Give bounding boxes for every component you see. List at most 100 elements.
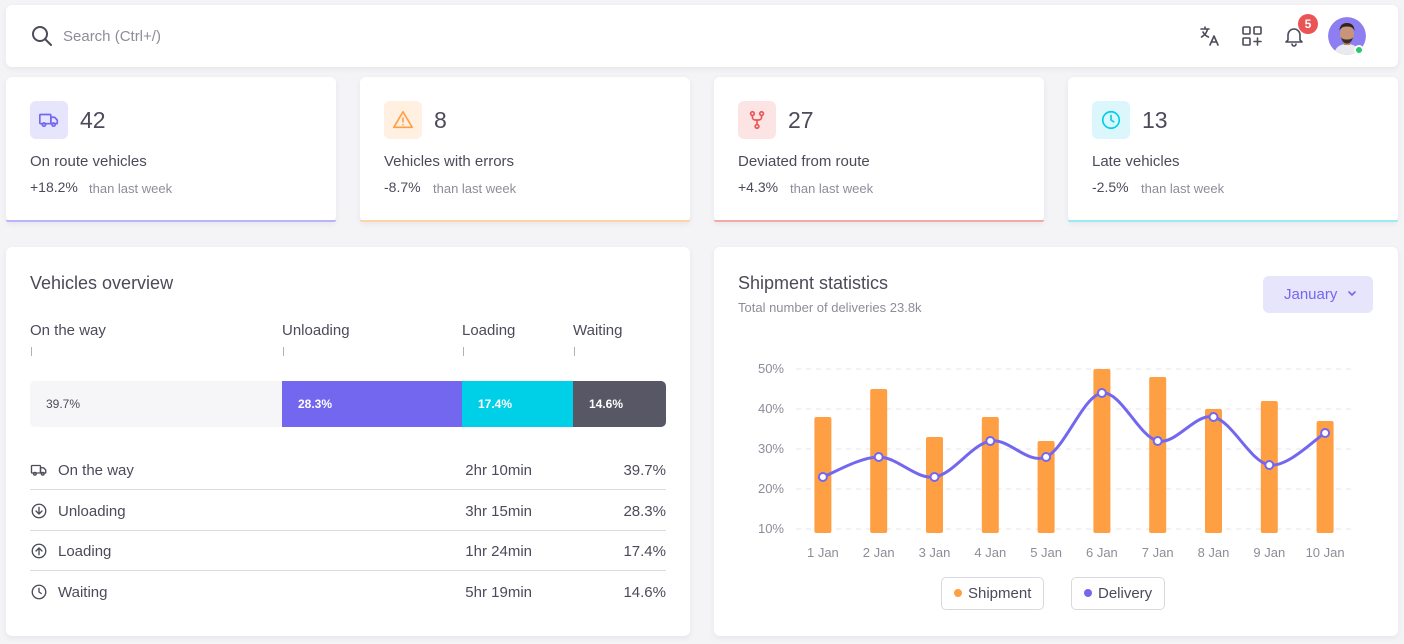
stat-card-errors: 8 Vehicles with errors -8.7% than last w… [360,77,690,222]
shipment-statistics-card: Shipment statistics Total number of deli… [714,247,1398,636]
x-tick-label: 5 Jan [1030,545,1062,560]
stat-card-deviated: 27 Deviated from route +4.3% than last w… [714,77,1044,222]
month-dropdown-label: January [1284,286,1338,303]
x-tick-label: 2 Jan [863,545,895,560]
row-time: 5hr 19min [465,584,532,601]
truck-icon [30,464,47,476]
row-percent: 14.6% [623,584,666,601]
shipment-bar [1205,409,1222,533]
progress-segment-unloading: 28.3% [282,381,462,427]
row-time: 1hr 24min [465,543,532,560]
legend-dot-shipment [954,589,962,597]
git-fork-icon [749,110,765,130]
segment-label-on-the-way: On the way [30,322,106,339]
legend-label-delivery: Delivery [1098,585,1153,602]
stat-change: -2.5% [1092,179,1129,195]
stat-accent-line [1068,220,1398,222]
stat-change-caption: than last week [433,181,517,196]
delivery-point [817,472,828,482]
stat-card-on-route: 42 On route vehicles +18.2% than last we… [6,77,336,222]
y-tick-label: 30% [758,441,784,456]
row-percent: 28.3% [623,503,666,520]
card-subtitle: Total number of deliveries 23.8k [738,300,922,315]
x-tick-label: 6 Jan [1086,545,1118,560]
stat-label: Late vehicles [1092,153,1180,170]
shipment-bar [926,437,943,533]
delivery-point [1264,460,1275,470]
segment-tick [463,347,464,356]
stat-label: On route vehicles [30,153,147,170]
grid-plus-icon[interactable] [1240,24,1264,48]
delivery-point [985,436,996,446]
row-label: On the way [58,462,134,479]
stat-label: Deviated from route [738,153,870,170]
list-item: Unloading 3hr 15min 28.3% [30,491,666,531]
legend-shipment-button[interactable]: Shipment [941,577,1045,610]
segment-tick [31,347,32,356]
search-input[interactable] [63,24,363,48]
search-icon [32,26,52,46]
segment-label-unloading: Unloading [282,322,350,339]
legend-dot-delivery [1084,589,1092,597]
fork-icon-box [738,101,776,139]
row-label: Unloading [58,503,126,520]
truck-icon-box [30,101,68,139]
stat-accent-line [360,220,690,222]
stat-value: 42 [80,107,106,133]
list-item: Loading 1hr 24min 17.4% [30,531,666,571]
stat-accent-line [714,220,1044,222]
stat-change-caption: than last week [89,181,173,196]
alert-icon-box [384,101,422,139]
stat-change-caption: than last week [790,181,874,196]
segment-label-loading: Loading [462,322,516,339]
delivery-point [929,472,940,482]
x-tick-label: 10 Jan [1306,545,1345,560]
stat-value: 27 [788,107,814,133]
x-tick-label: 8 Jan [1198,545,1230,560]
segment-tick [574,347,575,356]
online-status-dot [1354,45,1364,55]
vehicles-overview-card: Vehicles overview On the way Unloading L… [6,247,690,636]
stat-accent-line [6,220,336,222]
arrow-up-circle-icon [31,543,47,559]
row-time: 2hr 10min [465,462,532,479]
legend-delivery-button[interactable]: Delivery [1071,577,1166,610]
stat-value: 8 [434,107,447,133]
alert-triangle-icon [393,110,413,129]
x-tick-label: 3 Jan [919,545,951,560]
stat-change: +4.3% [738,179,779,195]
row-percent: 39.7% [623,462,666,479]
notification-badge: 5 [1298,14,1318,34]
row-time: 3hr 15min [465,503,532,520]
y-tick-label: 20% [758,481,784,496]
clock-icon-box [1092,101,1130,139]
delivery-line [822,391,1326,479]
chevron-down-icon [1348,291,1356,297]
shipment-chart: 10% 20% 30% 40% 50% 1 Jan 2 Jan 3 Jan 4 Jan 5 Jan… [758,361,1354,560]
x-tick-label: 7 Jan [1142,545,1174,560]
clock-icon [31,584,47,600]
shipment-bar [981,417,999,533]
truck-icon [39,113,59,128]
segment-tick [283,347,284,356]
legend-label-shipment: Shipment [968,585,1032,602]
segment-label-waiting: Waiting [573,322,623,339]
x-tick-label: 9 Jan [1253,545,1285,560]
list-item: On the way 2hr 10min 39.7% [30,450,666,490]
arrow-down-circle-icon [31,503,47,519]
x-tick-label: 1 Jan [807,545,839,560]
delivery-point [1320,428,1331,438]
stat-label: Vehicles with errors [384,153,515,170]
row-percent: 17.4% [623,543,666,560]
stat-change-caption: than last week [1141,181,1225,196]
stat-change: -8.7% [384,179,421,195]
row-label: Waiting [58,584,108,601]
delivery-point [1152,436,1163,446]
month-dropdown-button[interactable]: January [1263,276,1373,313]
delivery-point [1208,412,1219,422]
card-title: Vehicles overview [30,273,174,293]
card-title: Shipment statistics [738,273,889,293]
translate-icon[interactable] [1198,24,1222,48]
clock-icon [1101,110,1121,130]
x-tick-label: 4 Jan [974,545,1006,560]
